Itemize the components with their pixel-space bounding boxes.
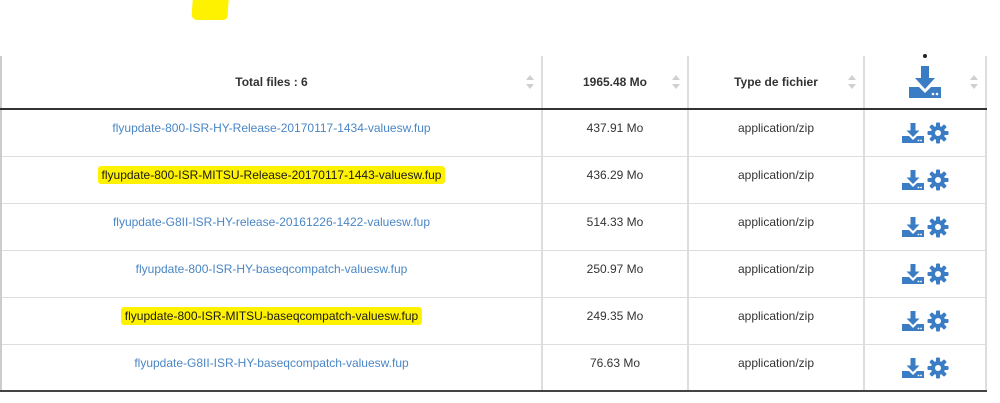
download-icon[interactable]	[901, 169, 925, 194]
actions-cell	[863, 343, 987, 392]
file-type: application/zip	[737, 167, 815, 182]
file-size: 76.63 Mo	[589, 355, 641, 370]
file-name-cell: flyupdate-800-ISR-HY-Release-20170117-14…	[0, 108, 543, 157]
table-row: flyupdate-800-ISR-HY-Release-20170117-14…	[0, 108, 987, 157]
gear-icon[interactable]	[927, 310, 949, 335]
actions-cell	[863, 202, 987, 251]
file-type-cell: application/zip	[687, 296, 865, 345]
file-size: 437.91 Mo	[586, 121, 644, 135]
gear-icon[interactable]	[927, 216, 949, 241]
file-type: application/zip	[737, 308, 815, 323]
file-name-cell: flyupdate-800-ISR-MITSU-Release-20170117…	[0, 155, 543, 204]
file-type-cell: application/zip	[687, 343, 865, 392]
file-type: application/zip	[737, 261, 815, 276]
file-size: 514.33 Mo	[586, 214, 644, 229]
file-size-cell: 437.91 Mo	[541, 108, 689, 157]
gear-icon[interactable]	[927, 357, 949, 382]
table-row: flyupdate-G8II-ISR-HY-release-20161226-1…	[0, 202, 987, 251]
sort-icon[interactable]	[970, 75, 978, 89]
file-name-cell: flyupdate-G8II-ISR-HY-release-20161226-1…	[0, 202, 543, 251]
download-icon[interactable]	[901, 310, 925, 335]
actions-cell	[863, 296, 987, 345]
file-size-cell: 76.63 Mo	[541, 343, 689, 392]
file-name-cell: flyupdate-800-ISR-MITSU-baseqcompatch-va…	[0, 296, 543, 345]
file-link[interactable]: flyupdate-800-ISR-HY-baseqcompatch-value…	[136, 262, 408, 276]
download-all-icon[interactable]	[907, 65, 943, 102]
download-icon[interactable]	[901, 263, 925, 288]
highlighter-mark	[191, 0, 229, 20]
total-files-label: Total files : 6	[235, 75, 308, 89]
gear-icon[interactable]	[927, 169, 949, 194]
file-size-cell: 514.33 Mo	[541, 202, 689, 251]
sort-icon[interactable]	[526, 75, 534, 89]
file-type: application/zip	[737, 355, 815, 370]
gear-icon[interactable]	[927, 122, 949, 147]
file-link[interactable]: flyupdate-G8II-ISR-HY-release-20161226-1…	[113, 215, 430, 229]
type-column-label: Type de fichier	[734, 75, 818, 89]
table-row: flyupdate-G8II-ISR-HY-baseqcompatch-valu…	[0, 343, 987, 392]
files-table-container: Total files : 6 1965.48 Mo Type de fichi…	[0, 54, 987, 402]
dot-marker	[923, 54, 927, 58]
file-link[interactable]: flyupdate-G8II-ISR-HY-baseqcompatch-valu…	[134, 356, 408, 370]
sort-icon[interactable]	[848, 75, 856, 89]
actions-cell	[863, 155, 987, 204]
download-icon[interactable]	[901, 122, 925, 147]
table-row: flyupdate-800-ISR-HY-baseqcompatch-value…	[0, 249, 987, 298]
file-type: application/zip	[737, 121, 815, 135]
file-link[interactable]: flyupdate-800-ISR-MITSU-Release-20170117…	[97, 165, 446, 184]
gear-icon[interactable]	[927, 263, 949, 288]
sort-icon[interactable]	[672, 75, 680, 89]
file-link[interactable]: flyupdate-800-ISR-MITSU-baseqcompatch-va…	[120, 306, 423, 325]
table-header-row: Total files : 6 1965.48 Mo Type de fichi…	[0, 54, 987, 110]
file-type-cell: application/zip	[687, 249, 865, 298]
file-type-cell: application/zip	[687, 108, 865, 157]
actions-cell	[863, 108, 987, 157]
actions-cell	[863, 249, 987, 298]
download-icon[interactable]	[901, 357, 925, 382]
file-name-cell: flyupdate-G8II-ISR-HY-baseqcompatch-valu…	[0, 343, 543, 392]
file-size-cell: 250.97 Mo	[541, 249, 689, 298]
column-header-download[interactable]	[863, 54, 987, 110]
column-header-size[interactable]: 1965.48 Mo	[541, 56, 689, 110]
column-header-total-files[interactable]: Total files : 6	[0, 56, 543, 110]
table-row: flyupdate-800-ISR-MITSU-Release-20170117…	[0, 155, 987, 204]
download-icon[interactable]	[901, 216, 925, 241]
column-header-type[interactable]: Type de fichier	[687, 56, 865, 110]
table-row: flyupdate-800-ISR-MITSU-baseqcompatch-va…	[0, 296, 987, 345]
file-name-cell: flyupdate-800-ISR-HY-baseqcompatch-value…	[0, 249, 543, 298]
file-size-cell: 436.29 Mo	[541, 155, 689, 204]
file-size: 249.35 Mo	[586, 308, 644, 323]
file-size-cell: 249.35 Mo	[541, 296, 689, 345]
files-table: Total files : 6 1965.48 Mo Type de fichi…	[0, 54, 987, 392]
file-type-cell: application/zip	[687, 155, 865, 204]
file-link[interactable]: flyupdate-800-ISR-HY-Release-20170117-14…	[112, 121, 430, 135]
file-size: 250.97 Mo	[586, 261, 644, 276]
total-size-label: 1965.48 Mo	[582, 75, 648, 89]
file-type-cell: application/zip	[687, 202, 865, 251]
file-type: application/zip	[737, 214, 815, 229]
file-size: 436.29 Mo	[586, 167, 644, 182]
